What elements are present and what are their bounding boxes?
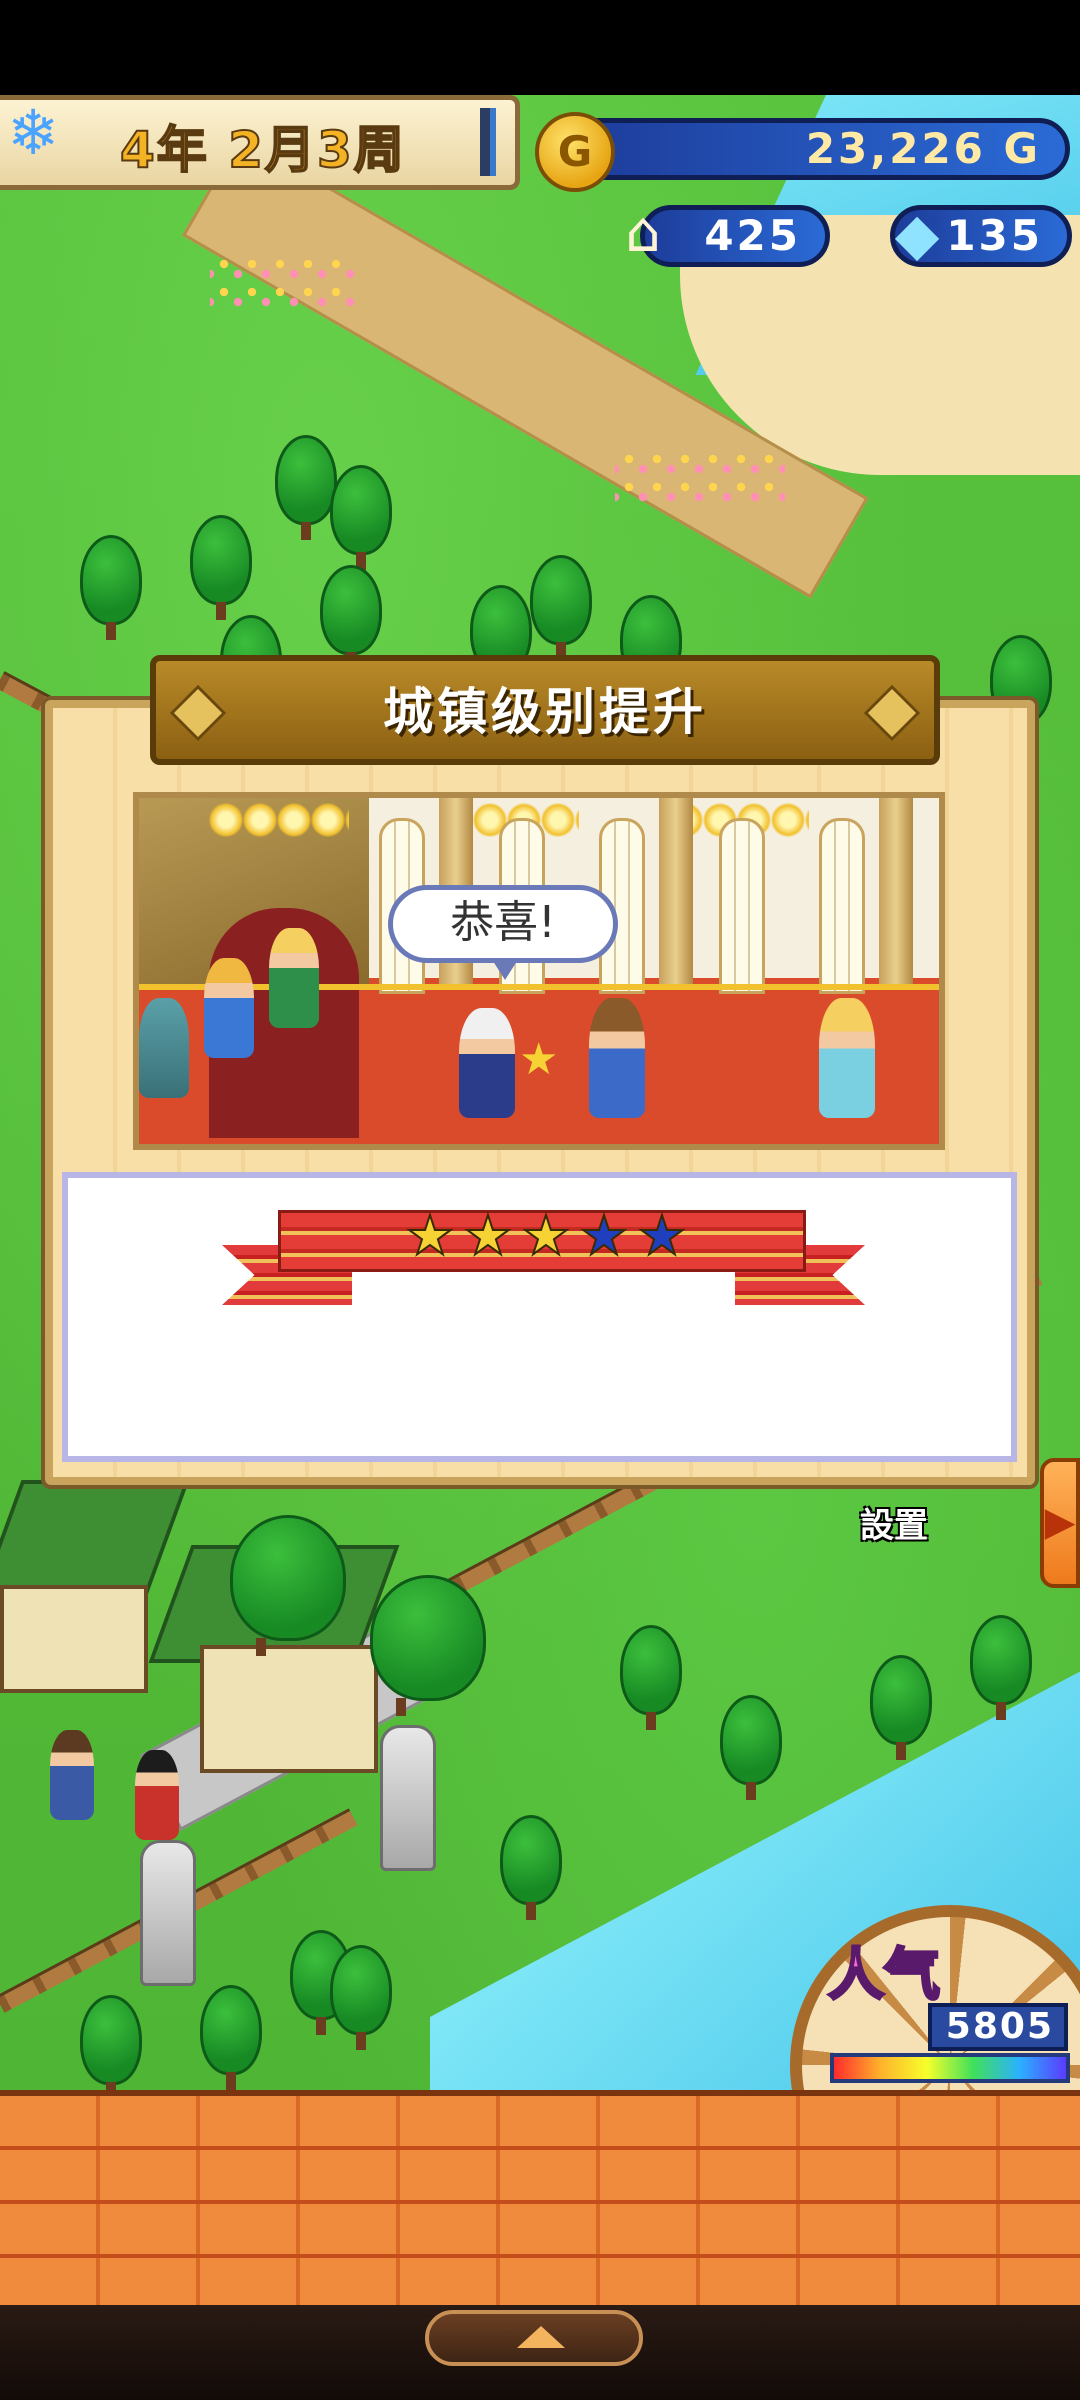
flower-patch (615, 445, 785, 505)
star-empty-icon: ★ (637, 1204, 687, 1267)
flower-patch (210, 250, 360, 310)
date-label: 4年 2月3周 (119, 120, 406, 180)
gold-counter: 23,226 G (565, 118, 1070, 180)
snowflake-icon: ❄ (7, 96, 59, 169)
villager[interactable] (135, 1750, 179, 1840)
status-bar (0, 0, 1080, 95)
tree (620, 1625, 682, 1730)
tree (230, 1515, 346, 1656)
date-progress-marker (480, 108, 496, 176)
house-roof (0, 1480, 190, 1598)
gold-coin-icon: G (535, 112, 615, 192)
popularity-value: 5805 (928, 2003, 1068, 2051)
tree (275, 435, 337, 540)
popularity-gauge (830, 2053, 1070, 2083)
star-filled-icon: ★ (405, 1204, 455, 1267)
crystal-icon: ◆ (894, 200, 940, 268)
statue (380, 1725, 436, 1871)
hero-character (589, 998, 645, 1118)
star-icon: ★ (519, 1034, 559, 1085)
star-filled-icon: ★ (463, 1204, 513, 1267)
chandelier (209, 802, 349, 838)
tree (970, 1615, 1032, 1720)
speech-bubble: 恭喜! (388, 885, 618, 980)
statue (140, 1840, 196, 1986)
tree (530, 555, 592, 660)
bottom-brick-wall (0, 2090, 1080, 2311)
tree (370, 1575, 486, 1716)
star-filled-icon: ★ (521, 1204, 571, 1267)
tree (320, 565, 382, 670)
house-icon: ⌂ (625, 200, 661, 265)
princess-character (819, 998, 875, 1118)
hall-window (719, 818, 765, 994)
tree (80, 535, 142, 640)
armor-statue (139, 998, 189, 1098)
tree (80, 1995, 142, 2090)
tree (720, 1695, 782, 1800)
tree (330, 1945, 392, 2050)
pillar (659, 798, 693, 988)
villager[interactable] (50, 1730, 94, 1820)
guard-character (204, 958, 254, 1058)
star-empty-icon: ★ (579, 1204, 629, 1267)
dialog-title: 城镇级别提升 (383, 683, 707, 741)
noble-character (269, 928, 319, 1028)
house (200, 1645, 378, 1773)
tree (870, 1655, 932, 1760)
elder-character (459, 1008, 515, 1118)
hall-window (819, 818, 865, 994)
popularity-label: 人气 (827, 1942, 942, 2010)
settings-button[interactable]: 設置 (860, 1498, 928, 1547)
carpet-edge (139, 984, 939, 990)
tree (200, 1985, 262, 2090)
tree (500, 1815, 562, 1920)
side-panel-arrow-button[interactable]: ▶ (1040, 1458, 1080, 1588)
expand-menu-button[interactable] (425, 2310, 643, 2366)
tree (330, 465, 392, 570)
house (0, 1585, 148, 1693)
tree (190, 515, 252, 620)
pillar (879, 798, 913, 988)
celebration-scene: ★ (133, 792, 945, 1150)
